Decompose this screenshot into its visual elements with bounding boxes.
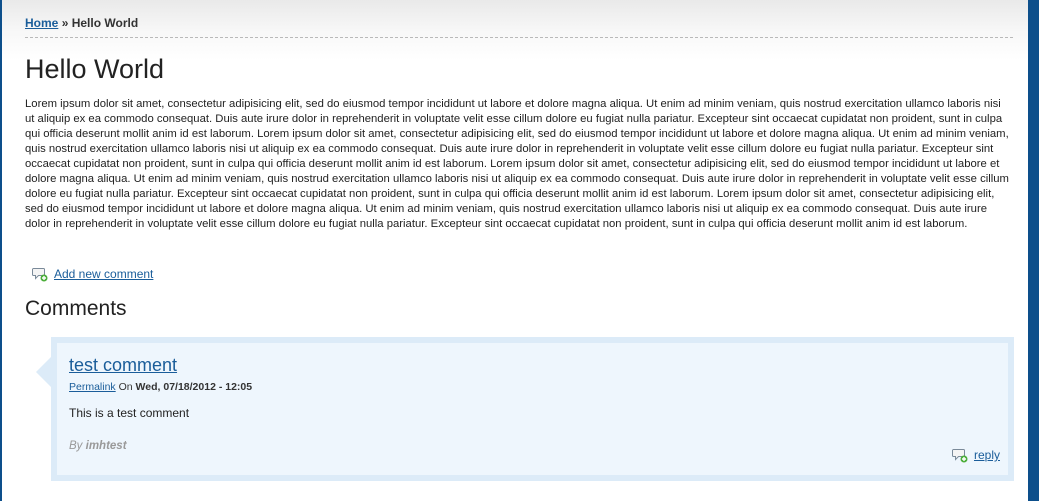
comment-permalink[interactable]: Permalink [69, 381, 116, 393]
comment-on-label: On [118, 381, 133, 393]
comment-title-link[interactable]: test comment [69, 355, 177, 375]
comment-title: test comment [69, 355, 177, 376]
comment-item: test comment Permalink On Wed, 07/18/201… [51, 337, 1014, 481]
comment-reply-link[interactable]: reply [974, 448, 1000, 462]
page-title: Hello World [25, 54, 165, 84]
add-comment-link-container[interactable]: Add new comment [32, 266, 153, 282]
comment-author: By imhtest [69, 440, 127, 452]
comment-reply[interactable]: reply [951, 447, 1000, 463]
comment-add-icon [32, 266, 48, 282]
comments-heading: Comments [25, 297, 127, 320]
comment-by-label: By [69, 440, 83, 452]
comment-body: This is a test comment [69, 406, 190, 420]
comment-date: Wed, 07/18/2012 - 12:05 [135, 381, 253, 393]
comment-pointer-arrow [36, 357, 51, 387]
comment-reply-icon [951, 447, 968, 463]
add-new-comment-link[interactable]: Add new comment [54, 267, 153, 281]
comment-submitted: Permalink On Wed, 07/18/2012 - 12:05 [69, 381, 252, 393]
comment-author-name: imhtest [85, 440, 127, 452]
breadcrumb-current: Hello World [71, 16, 139, 30]
page-container: Home » Hello World Hello World Lorem ips… [2, 0, 1028, 501]
page-body-text: Lorem ipsum dolor sit amet, consectetur … [25, 98, 1009, 230]
breadcrumb: Home » Hello World [25, 16, 1013, 38]
breadcrumb-home-link[interactable]: Home [25, 16, 58, 30]
breadcrumb-separator: » [61, 16, 69, 30]
